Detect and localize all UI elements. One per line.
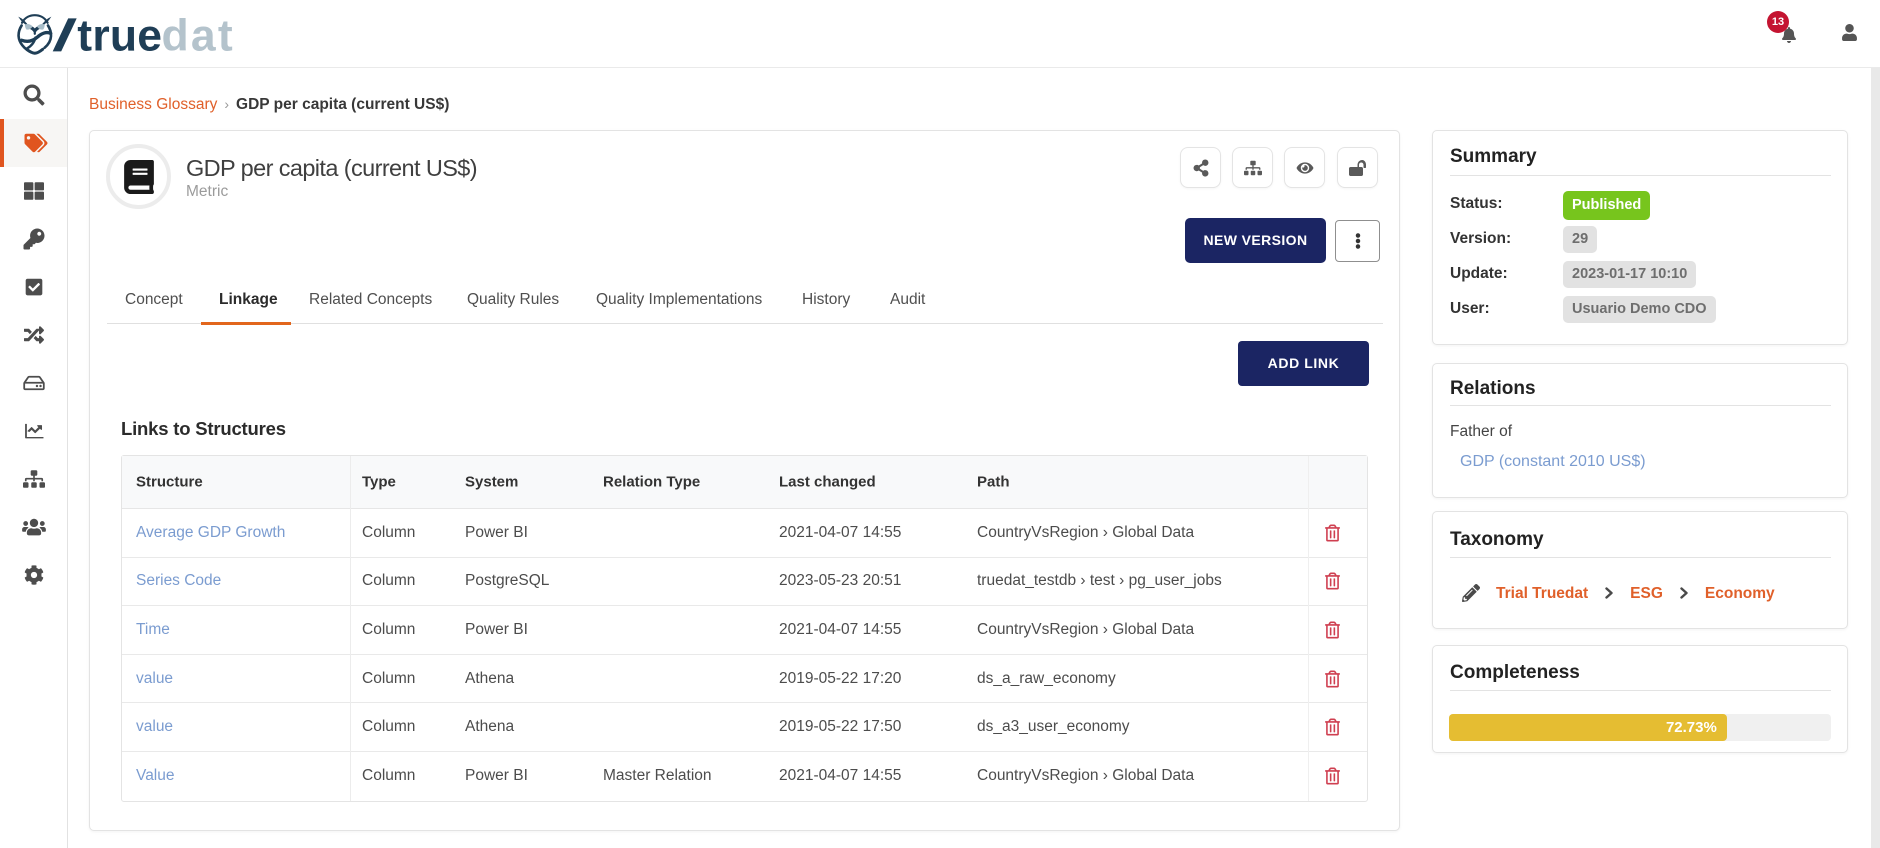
svg-text:dat: dat: [162, 14, 235, 56]
svg-text:true: true: [77, 14, 162, 56]
